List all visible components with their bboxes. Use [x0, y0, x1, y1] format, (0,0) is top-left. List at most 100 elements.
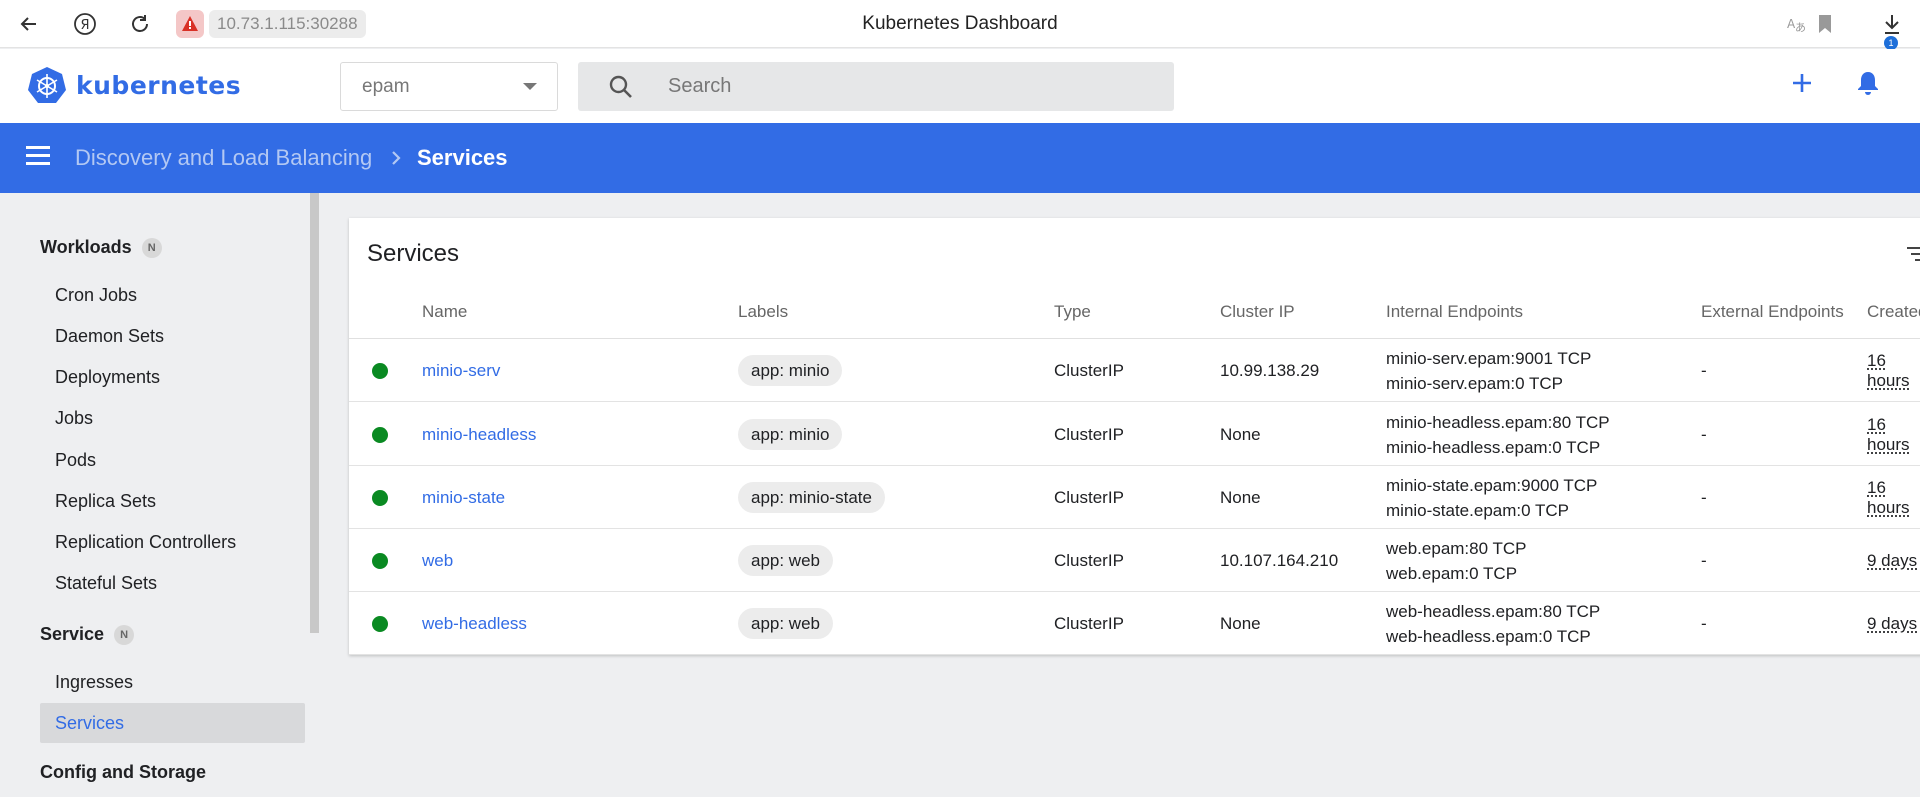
service-name-link[interactable]: minio-serv	[422, 339, 500, 402]
column-header-cluster-ip: Cluster IP	[1220, 302, 1295, 322]
chevron-down-icon	[523, 83, 537, 90]
sidebar-item-replica-sets[interactable]: Replica Sets	[40, 481, 305, 521]
column-header-internal-endpoints: Internal Endpoints	[1386, 302, 1523, 322]
internal-endpoint: minio-state.epam:9000 TCP	[1386, 473, 1597, 498]
chevron-right-icon	[390, 149, 402, 172]
translate-icon[interactable]: Aあ	[1780, 8, 1812, 40]
internal-endpoints: minio-headless.epam:80 TCP minio-headles…	[1386, 403, 1610, 466]
service-type: ClusterIP	[1054, 592, 1124, 655]
sidebar-scrollbar[interactable]	[310, 193, 319, 633]
sidebar-section-label: Workloads	[40, 237, 132, 258]
kubernetes-wheel-icon	[28, 66, 66, 104]
table-row: web-headless app: web ClusterIP None web…	[349, 592, 1920, 655]
created-age: 16 hours	[1867, 403, 1920, 466]
external-endpoints: -	[1701, 466, 1707, 529]
label-chip: app: minio-state	[738, 482, 885, 513]
column-header-external-endpoints: External Endpoints	[1701, 302, 1844, 322]
search-icon	[608, 74, 634, 105]
breadcrumb-bar: Discovery and Load Balancing Services	[0, 123, 1920, 193]
insecure-warning-icon[interactable]	[176, 10, 204, 38]
notifications-button[interactable]	[1854, 69, 1882, 97]
label-chip: app: web	[738, 608, 833, 639]
services-card: Services Name Labels Type Cluster IP Int…	[349, 218, 1920, 655]
logo-text: kubernetes	[76, 71, 241, 100]
internal-endpoint: minio-headless.epam:0 TCP	[1386, 435, 1600, 460]
service-name-link[interactable]: web	[422, 529, 453, 592]
sidebar-section-label: Config and Storage	[40, 762, 206, 783]
external-endpoints: -	[1701, 529, 1707, 592]
external-endpoints: -	[1701, 403, 1707, 466]
filter-icon[interactable]	[1905, 246, 1920, 267]
internal-endpoints: minio-serv.epam:9001 TCP minio-serv.epam…	[1386, 339, 1591, 402]
created-age: 16 hours	[1867, 466, 1920, 529]
internal-endpoint: web-headless.epam:80 TCP	[1386, 599, 1600, 624]
sidebar-section-config-storage[interactable]: Config and Storage	[40, 762, 206, 783]
status-ok-icon	[372, 363, 388, 379]
sidebar-item-replication-controllers[interactable]: Replication Controllers	[40, 522, 305, 562]
status-ok-icon	[372, 616, 388, 632]
status-ok-icon	[372, 490, 388, 506]
status-ok-icon	[372, 427, 388, 443]
plus-icon	[1791, 72, 1813, 94]
status-ok-icon	[372, 553, 388, 569]
sidebar-item-daemon-sets[interactable]: Daemon Sets	[40, 316, 305, 356]
column-header-created[interactable]: Created	[1867, 302, 1920, 322]
internal-endpoint: web-headless.epam:0 TCP	[1386, 624, 1591, 649]
breadcrumb-current: Services	[417, 123, 508, 193]
cluster-ip: 10.99.138.29	[1220, 339, 1319, 402]
service-type: ClusterIP	[1054, 529, 1124, 592]
service-name-link[interactable]: web-headless	[422, 592, 527, 655]
label-chip: app: minio	[738, 419, 842, 450]
table-row: web app: web ClusterIP 10.107.164.210 we…	[349, 529, 1920, 592]
sidebar-item-deployments[interactable]: Deployments	[40, 357, 305, 397]
service-name-link[interactable]: minio-state	[422, 466, 505, 529]
app-header: kubernetes epam	[0, 49, 1920, 123]
card-title: Services	[367, 240, 459, 268]
address-bar[interactable]: 10.73.1.115:30288	[209, 10, 366, 38]
sidebar-item-stateful-sets[interactable]: Stateful Sets	[40, 563, 305, 603]
create-button[interactable]	[1788, 69, 1816, 97]
sidebar-section-service[interactable]: Service N	[40, 624, 134, 645]
sidebar-item-ingresses[interactable]: Ingresses	[40, 662, 305, 702]
cluster-ip: None	[1220, 403, 1261, 466]
downloads-icon[interactable]: 1	[1876, 8, 1908, 40]
internal-endpoint: web.epam:0 TCP	[1386, 561, 1517, 586]
created-age: 9 days	[1867, 592, 1917, 655]
namespace-value: epam	[362, 63, 410, 110]
service-type: ClusterIP	[1054, 466, 1124, 529]
internal-endpoints: web-headless.epam:80 TCP web-headless.ep…	[1386, 592, 1600, 655]
namespaced-badge: N	[114, 625, 134, 645]
bell-icon	[1856, 70, 1880, 96]
sidebar-section-label: Service	[40, 624, 104, 645]
search-bar[interactable]	[578, 62, 1174, 111]
sidebar-item-pods[interactable]: Pods	[40, 440, 305, 480]
back-icon[interactable]	[13, 8, 45, 40]
yandex-icon[interactable]: Я	[69, 8, 101, 40]
internal-endpoint: minio-state.epam:0 TCP	[1386, 498, 1569, 523]
column-header-labels: Labels	[738, 302, 788, 322]
label-chip: app: minio	[738, 355, 842, 386]
column-header-name[interactable]: Name	[422, 302, 467, 322]
breadcrumb-parent[interactable]: Discovery and Load Balancing	[75, 123, 372, 193]
reload-icon[interactable]	[124, 8, 156, 40]
downloads-badge: 1	[1884, 36, 1898, 50]
browser-toolbar: Я 10.73.1.115:30288 Kubernetes Dashboard…	[0, 0, 1920, 48]
search-input[interactable]	[668, 62, 1148, 111]
svg-text:Я: Я	[80, 18, 89, 33]
created-age: 16 hours	[1867, 339, 1920, 402]
sidebar-item-jobs[interactable]: Jobs	[40, 398, 305, 438]
sidebar-item-services[interactable]: Services	[40, 703, 305, 743]
table-row: minio-headless app: minio ClusterIP None…	[349, 403, 1920, 466]
column-header-type: Type	[1054, 302, 1091, 322]
external-endpoints: -	[1701, 592, 1707, 655]
sidebar-section-workloads[interactable]: Workloads N	[40, 237, 162, 258]
bookmark-icon[interactable]	[1809, 8, 1841, 40]
kubernetes-logo[interactable]: kubernetes	[28, 66, 241, 104]
menu-icon[interactable]	[26, 146, 54, 170]
sidebar-item-cron-jobs[interactable]: Cron Jobs	[40, 275, 305, 315]
created-age: 9 days	[1867, 529, 1917, 592]
namespace-select[interactable]: epam	[340, 62, 558, 111]
external-endpoints: -	[1701, 339, 1707, 402]
label-chip: app: web	[738, 545, 833, 576]
service-name-link[interactable]: minio-headless	[422, 403, 536, 466]
